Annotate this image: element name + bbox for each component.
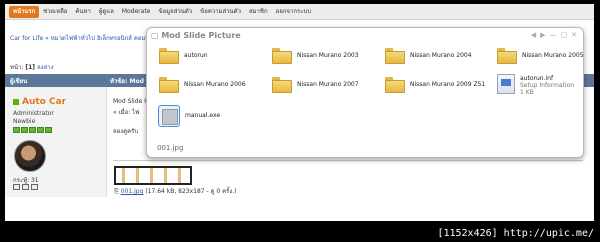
username[interactable]: Auto Car bbox=[13, 97, 66, 107]
inf-file-type: Setup Information bbox=[520, 82, 575, 89]
folder-icon bbox=[159, 48, 179, 64]
folder-label: autorun bbox=[184, 52, 208, 59]
pagination-label: หน้า: bbox=[10, 64, 24, 71]
rank-star-icon bbox=[21, 127, 28, 133]
attachment-icon: ⎘ bbox=[114, 188, 119, 195]
folder-label: Nissan Murano 2009 Z51 bbox=[410, 81, 486, 88]
upic-watermark: [1152x426] http://upic.me/ bbox=[437, 228, 594, 239]
nav-search[interactable]: ค้นหา bbox=[71, 6, 94, 18]
attachment-details: (17.64 kB, 823x187 - ดู 0 ครั้ง.) bbox=[145, 188, 237, 195]
folder-icon bbox=[385, 48, 405, 64]
setup-file-icon bbox=[497, 74, 515, 94]
folder-tile[interactable]: autorun bbox=[159, 48, 208, 64]
folder-tile[interactable]: Nissan Murano 2007 bbox=[272, 77, 359, 93]
close-icon[interactable]: ✕ bbox=[571, 31, 577, 39]
breadcrumb[interactable]: Car for Life » หมวดไฟฟ้าทั่วไป อิเล็กทรอ… bbox=[10, 33, 166, 43]
exe-file-tile[interactable]: manual.exe bbox=[158, 105, 220, 127]
folder-tile[interactable]: Nissan Murano 2005 bbox=[497, 48, 584, 64]
email-icon[interactable] bbox=[22, 184, 29, 190]
folder-icon bbox=[272, 48, 292, 64]
maximize-icon[interactable]: ▢ bbox=[561, 31, 568, 39]
folder-label: Nissan Murano 2004 bbox=[410, 52, 472, 59]
folder-label: Nissan Murano 2007 bbox=[297, 81, 359, 88]
author-column-label: ผู้เขียน bbox=[10, 77, 28, 85]
window-controls: ◀ ▶ — ▢ ✕ bbox=[531, 31, 577, 39]
rank-stars bbox=[13, 127, 52, 133]
profile-icon[interactable] bbox=[13, 184, 20, 190]
folder-tile[interactable]: Nissan Murano 2006 bbox=[159, 77, 246, 93]
nav-members[interactable]: สมาชิก bbox=[245, 6, 272, 18]
folder-icon bbox=[385, 77, 405, 93]
folder-label: Nissan Murano 2005 bbox=[522, 52, 584, 59]
nav-profile[interactable]: ข้อมูลส่วนตัว bbox=[154, 6, 196, 18]
attachment-thumbnail[interactable] bbox=[114, 166, 192, 185]
exe-file-label: manual.exe bbox=[185, 112, 221, 119]
go-down-link[interactable]: ลงล่าง bbox=[37, 64, 54, 71]
nav-help[interactable]: ช่วยเหลือ bbox=[39, 6, 71, 18]
inf-file-size: 1 KB bbox=[520, 89, 534, 96]
pagination: หน้า: [1] ลงล่าง bbox=[10, 62, 54, 72]
username-text: Auto Car bbox=[22, 97, 67, 107]
subject-column-label: หัวข้อ: Mod bbox=[110, 77, 144, 85]
attachment-link[interactable]: 001.jpg bbox=[121, 188, 144, 195]
online-status-icon bbox=[13, 98, 19, 105]
previous-icon[interactable]: ◀ bbox=[531, 31, 536, 39]
top-navigation: หน้าแรก ช่วยเหลือ ค้นหา ผู้ดูแล Moderate… bbox=[5, 4, 594, 20]
post-divider bbox=[113, 160, 583, 161]
nav-moderate[interactable]: Moderate bbox=[118, 6, 155, 18]
window-title: ▢ Mod Slide Picture bbox=[151, 31, 241, 40]
folder-icon bbox=[497, 48, 517, 64]
post-body: ลองดูครับ bbox=[113, 128, 139, 135]
folder-tile[interactable]: Nissan Murano 2009 Z51 bbox=[385, 77, 485, 93]
message-icon[interactable] bbox=[31, 184, 38, 190]
nav-messages[interactable]: ข้อความส่วนตัว bbox=[196, 6, 245, 18]
pagination-current: [1] bbox=[25, 64, 36, 71]
inf-file-label: autorun.inf bbox=[520, 75, 554, 82]
nav-admin[interactable]: ผู้ดูแล bbox=[95, 6, 118, 18]
current-image-name: 001.jpg bbox=[157, 144, 184, 152]
user-info-panel: Auto Car Administrator Newbie กระทู้: 31 bbox=[5, 87, 107, 197]
rank-star-icon bbox=[29, 127, 36, 133]
rank-star-icon bbox=[37, 127, 44, 133]
folder-tile[interactable]: Nissan Murano 2004 bbox=[385, 48, 472, 64]
user-rank: Newbie bbox=[13, 118, 36, 125]
folder-label: Nissan Murano 2003 bbox=[297, 52, 359, 59]
nav-logout[interactable]: ออกจากระบบ bbox=[272, 6, 315, 18]
folder-icon bbox=[272, 77, 292, 93]
minimize-icon[interactable]: — bbox=[550, 31, 557, 39]
window-title-text: Mod Slide Picture bbox=[161, 31, 241, 40]
folder-label: Nissan Murano 2006 bbox=[184, 81, 246, 88]
rank-star-icon bbox=[13, 127, 20, 133]
slide-picture-window: ▢ Mod Slide Picture ◀ ▶ — ▢ ✕ autorun Ni… bbox=[146, 27, 584, 158]
next-icon[interactable]: ▶ bbox=[540, 31, 545, 39]
rank-star-icon bbox=[45, 127, 52, 133]
user-role: Administrator bbox=[13, 110, 54, 117]
folder-icon bbox=[159, 77, 179, 93]
user-actions bbox=[13, 184, 38, 190]
inf-file-tile[interactable]: autorun.inf Setup Information 1 KB bbox=[497, 74, 574, 96]
post-date: « เมื่อ: ไฟ bbox=[113, 109, 140, 116]
folder-tile[interactable]: Nissan Murano 2003 bbox=[272, 48, 359, 64]
forum-page: หน้าแรก ช่วยเหลือ ค้นหา ผู้ดูแล Moderate… bbox=[5, 4, 594, 221]
application-icon bbox=[158, 105, 180, 127]
attachment-info: ⎘ 001.jpg (17.64 kB, 823x187 - ดู 0 ครั้… bbox=[114, 186, 237, 196]
nav-home[interactable]: หน้าแรก bbox=[9, 5, 40, 18]
avatar bbox=[14, 140, 46, 172]
